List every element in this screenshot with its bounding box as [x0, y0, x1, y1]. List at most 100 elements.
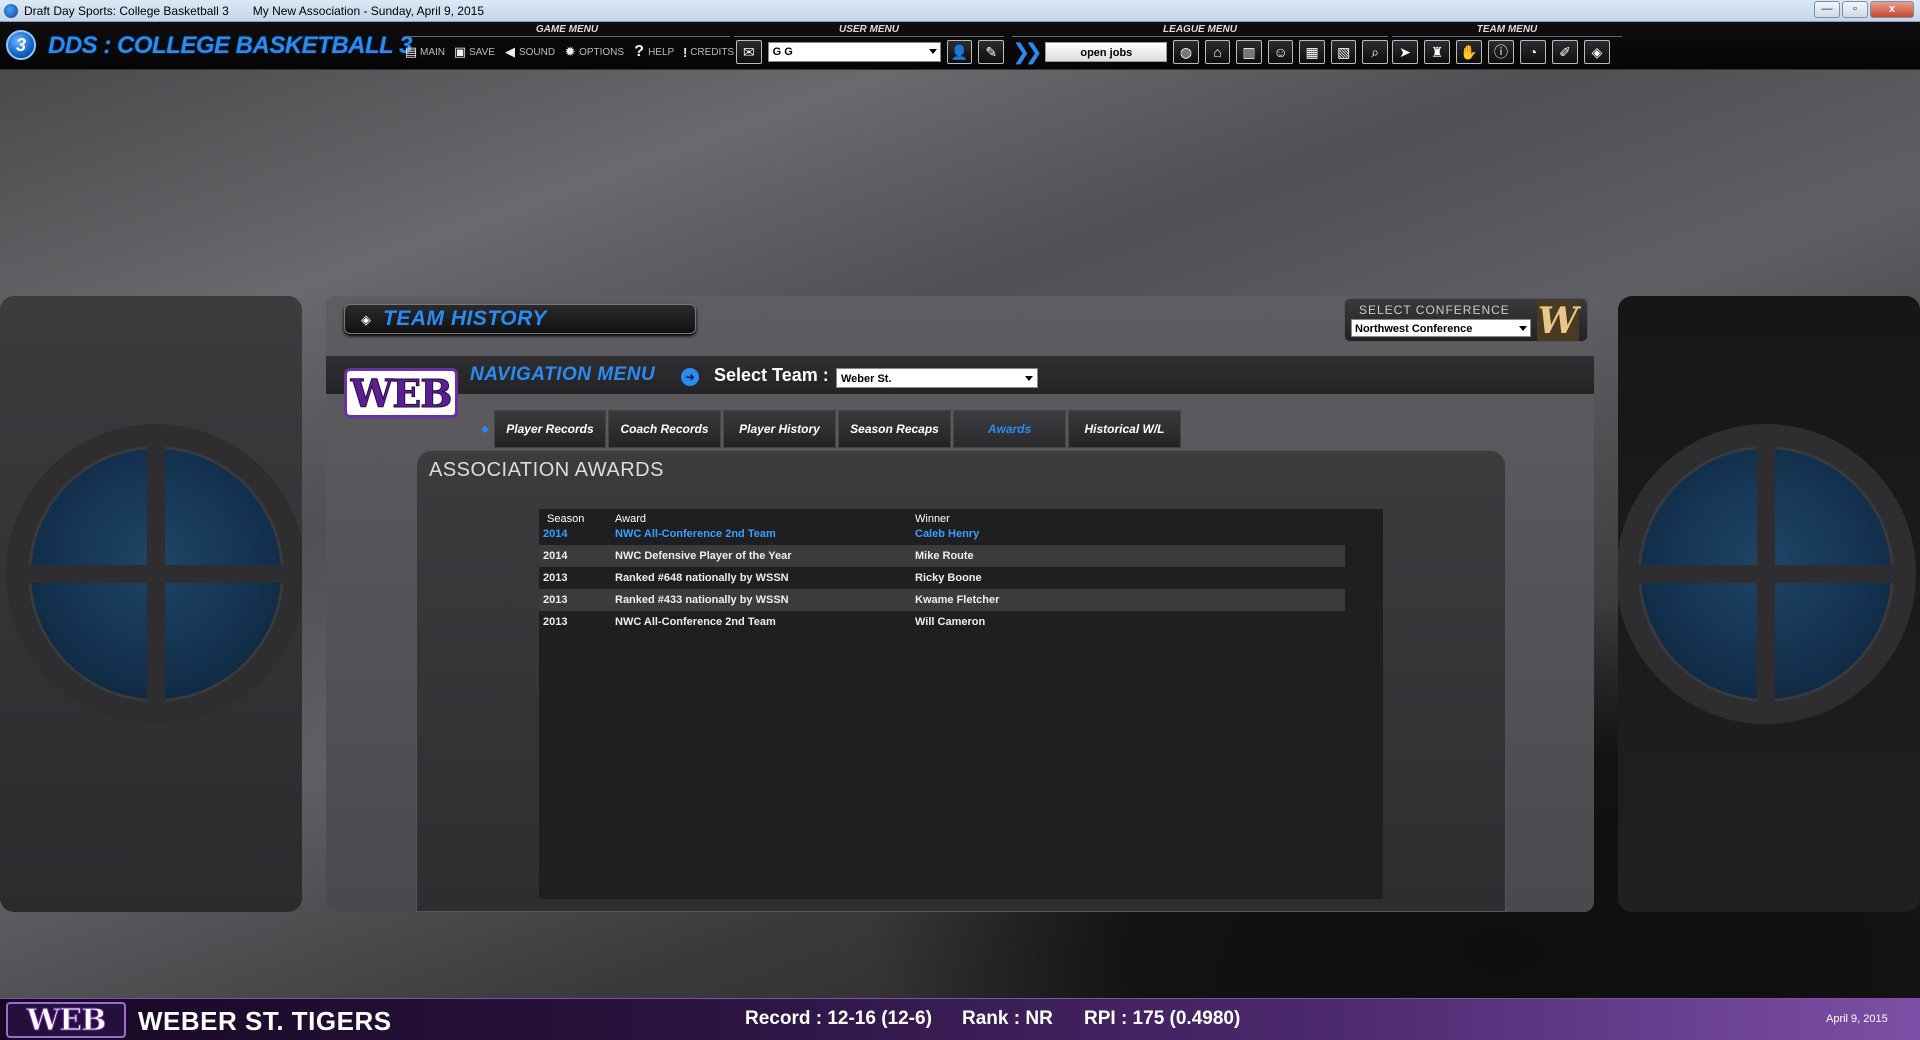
awards-title: ASSOCIATION AWARDS: [429, 459, 664, 481]
team-history-panel: ◈ TEAM HISTORY SELECT CONFERENCE Northwe…: [326, 296, 1594, 912]
league-standings-button[interactable]: ▥: [1236, 40, 1262, 64]
select-team-label: Select Team :: [714, 365, 829, 385]
open-jobs-button[interactable]: open jobs: [1045, 42, 1168, 62]
tab-season-recaps[interactable]: Season Recaps: [838, 410, 951, 448]
user-menu: USER MENU ✉ G G 👤 ✎: [734, 24, 1005, 68]
team-history-header: ◈ TEAM HISTORY: [344, 304, 696, 334]
team-info-button[interactable]: ⓘ: [1488, 40, 1514, 64]
association-awards-box: ASSOCIATION AWARDS Season Award Winner 2…: [416, 450, 1506, 912]
help-menu-item[interactable]: ? HELP: [632, 43, 674, 60]
grid-icon: ▦: [1305, 43, 1319, 60]
game-menu: GAME MENU ▤ MAIN ▣ SAVE ◀ SOUND ✹ OPTION…: [404, 24, 734, 68]
arrow-right-icon[interactable]: ➜: [681, 368, 699, 386]
game-menu-title: GAME MENU: [404, 24, 730, 37]
save-icon: ▣: [453, 44, 467, 59]
basketball-icon: ◍: [1179, 43, 1193, 60]
edit-user-button[interactable]: ✎: [978, 40, 1005, 64]
window-association: My New Association - Sunday, April 9, 20…: [252, 3, 484, 18]
standings-icon: ▥: [1242, 43, 1256, 60]
team-sneaker-button[interactable]: ➤: [1392, 40, 1418, 64]
user-menu-title: USER MENU: [734, 24, 1004, 37]
team-whistle-button[interactable]: ◔: [1520, 40, 1546, 64]
league-news-button[interactable]: ▧: [1330, 40, 1357, 64]
league-schedule-button[interactable]: ▦: [1299, 40, 1325, 64]
league-search-button[interactable]: ⌕: [1362, 40, 1388, 64]
page-title: TEAM HISTORY: [383, 307, 547, 330]
sound-menu-item[interactable]: ◀ SOUND: [503, 44, 555, 59]
right-decor-panel: [1618, 296, 1920, 912]
app-title: DDS : COLLEGE BASKETBALL 3: [48, 32, 412, 59]
navigation-menu-label: NAVIGATION MENU: [470, 364, 656, 385]
sneaker-icon: ➤: [1399, 43, 1411, 60]
tab-coach-records[interactable]: Coach Records: [608, 410, 721, 448]
background: ◈ TEAM HISTORY SELECT CONFERENCE Northwe…: [0, 70, 1920, 998]
info-icon: ⓘ: [1494, 44, 1508, 60]
basketball-decor-icon: [6, 424, 302, 724]
save-menu-item[interactable]: ▣ SAVE: [453, 44, 495, 59]
tab-player-history[interactable]: Player History: [723, 410, 836, 448]
chevron-down-icon: [1519, 326, 1527, 331]
team-menu: TEAM MENU ➤ ♜ ✋ ⓘ ◔ ✐ ◈: [1392, 24, 1622, 68]
league-basketball-button[interactable]: ◍: [1173, 40, 1199, 64]
pencil-icon: ✎: [985, 43, 998, 60]
double-chevron-icon: ❯❯: [1012, 39, 1043, 64]
team-history-button[interactable]: ◈: [1584, 40, 1610, 64]
tab-marker-icon: ◆: [481, 423, 489, 435]
app-logo-badge: 3: [6, 30, 36, 60]
hand-icon: ✋: [1460, 43, 1478, 60]
select-conference-label: SELECT CONFERENCE: [1359, 303, 1510, 317]
person-icon: 👤: [950, 43, 969, 60]
jersey-icon: ♜: [1430, 43, 1444, 60]
options-menu-item[interactable]: ✹ OPTIONS: [563, 44, 624, 59]
tab-historical-wl[interactable]: Historical W/L: [1068, 410, 1181, 448]
tab-player-records[interactable]: Player Records: [494, 410, 606, 448]
conference-selector: SELECT CONFERENCE Northwest Conference W: [1344, 298, 1588, 342]
table-row[interactable]: 2014 NWC All-Conference 2nd Team Caleb H…: [539, 523, 1345, 545]
team-logo-small: WEB: [6, 1002, 126, 1038]
whistle-icon: ◔: [1528, 44, 1538, 60]
conference-select[interactable]: Northwest Conference: [1351, 319, 1531, 337]
table-row[interactable]: 2013 Ranked #433 nationally by WSSN Kwam…: [539, 589, 1345, 611]
league-players-button[interactable]: ☺: [1267, 40, 1294, 64]
team-roster-button[interactable]: ♜: [1424, 40, 1450, 64]
main-menu-item[interactable]: ▤ MAIN: [404, 44, 445, 59]
mail-button[interactable]: ✉: [736, 40, 762, 64]
user-profile-button[interactable]: 👤: [946, 40, 973, 64]
main-icon: ▤: [404, 44, 418, 59]
team-select[interactable]: Weber St.: [836, 368, 1038, 388]
credits-menu-item[interactable]: ! CREDITS: [682, 44, 734, 60]
history-tabs: ◆ Player Records Coach Records Player Hi…: [476, 410, 1183, 448]
table-row[interactable]: 2013 Ranked #648 nationally by WSSN Rick…: [539, 567, 1345, 589]
notepad-icon: ✐: [1559, 43, 1571, 60]
app-icon: [4, 3, 18, 18]
tab-awards[interactable]: Awards: [953, 410, 1066, 448]
table-row[interactable]: 2013 NWC All-Conference 2nd Team Will Ca…: [539, 611, 1345, 633]
team-notes-button[interactable]: ✐: [1552, 40, 1578, 64]
close-button[interactable]: x: [1870, 1, 1914, 18]
team-rpi: RPI : 175 (0.4980): [1084, 1008, 1241, 1029]
table-row[interactable]: 2014 NWC Defensive Player of the Year Mi…: [539, 545, 1345, 567]
players-icon: ☺: [1273, 44, 1288, 60]
cube-icon: ◈: [361, 312, 371, 327]
maximize-button[interactable]: ▫: [1842, 1, 1868, 18]
newspaper-icon: ▧: [1337, 43, 1351, 60]
chevron-down-icon: [1025, 376, 1033, 381]
user-select[interactable]: G G: [767, 42, 941, 62]
credits-icon: !: [683, 44, 688, 60]
league-menu: LEAGUE MENU ❯❯ open jobs ◍ ⌂ ▥ ☺ ▦ ▧ ⌕: [1012, 24, 1388, 68]
help-icon: ?: [634, 43, 644, 60]
window-app-name: Draft Day Sports: College Basketball 3: [24, 3, 229, 18]
team-name: WEBER ST. TIGERS: [138, 1006, 392, 1036]
team-menu-title: TEAM MENU: [1392, 24, 1622, 37]
current-date: April 9, 2015: [1826, 1013, 1888, 1025]
chevron-down-icon: [928, 49, 937, 54]
cube-icon: ◈: [1591, 43, 1603, 60]
league-home-button[interactable]: ⌂: [1204, 40, 1231, 64]
basketball-decor-icon: [1618, 424, 1916, 724]
status-bar: WEB WEBER ST. TIGERS Record : 12-16 (12-…: [0, 998, 1920, 1040]
search-icon: ⌕: [1371, 43, 1380, 60]
minimize-button[interactable]: —: [1814, 1, 1840, 18]
mail-icon: ✉: [742, 43, 755, 60]
awards-table: Season Award Winner 2014 NWC All-Confere…: [539, 509, 1383, 899]
team-depth-button[interactable]: ✋: [1456, 40, 1482, 64]
